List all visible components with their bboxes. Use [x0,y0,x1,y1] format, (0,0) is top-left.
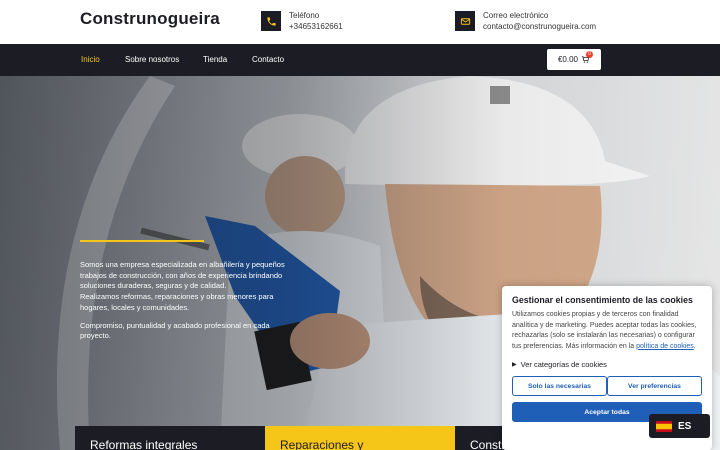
hero-paragraph: Compromiso, puntualidad y acabado profes… [80,320,270,341]
hero-description: Somos una empresa especializada en albañ… [80,260,300,342]
email-contact[interactable]: Correo electrónico contacto@construnogue… [455,10,596,32]
necessary-only-button[interactable]: Solo las necesarias [512,376,607,396]
language-switcher[interactable]: ES [649,414,710,438]
top-header: Construnogueira Teléfono +34653162661 Co… [0,0,720,44]
phone-contact[interactable]: Teléfono +34653162661 [261,10,343,32]
cookie-categories-label: Ver categorías de cookies [520,360,607,369]
main-nav: Inicio Sobre nosotros Tienda Contacto €0… [0,44,720,76]
spain-flag-icon [656,420,672,432]
hero-paragraph: Somos una empresa especializada en albañ… [80,260,285,291]
mail-icon [455,11,475,31]
service-card-reparaciones[interactable]: Reparaciones y [265,426,455,450]
phone-label: Teléfono [289,11,320,20]
hero-paragraph: Realizamos reformas, reparaciones y obra… [80,292,274,312]
triangle-right-icon: ▶ [512,362,517,368]
cookie-policy-link[interactable]: política de cookies [636,343,694,350]
site-logo[interactable]: Construnogueira [80,9,220,29]
cart-count-badge: 0 [586,51,593,58]
cookie-body: Utilizamos cookies propias y de terceros… [512,311,697,350]
nav-item-inicio[interactable]: Inicio [81,55,100,64]
hero-accent-line [80,240,204,242]
phone-icon [261,11,281,31]
language-code: ES [678,420,692,432]
cookie-title: Gestionar el consentimiento de las cooki… [512,295,693,305]
cart-total: €0.00 [557,55,579,64]
nav-item-tienda[interactable]: Tienda [203,55,227,64]
cart-button[interactable]: €0.00 0 [547,49,601,70]
phone-value[interactable]: +34653162661 [289,21,343,32]
nav-item-contacto[interactable]: Contacto [252,55,284,64]
view-preferences-button[interactable]: Ver preferencias [607,376,702,396]
nav-item-sobre-nosotros[interactable]: Sobre nosotros [125,55,179,64]
email-label: Correo electrónico [483,11,549,20]
cookie-categories-toggle[interactable]: ▶ Ver categorías de cookies [512,360,702,369]
service-card-reformas[interactable]: Reformas integrales [75,426,265,450]
email-value[interactable]: contacto@construnogueira.com [483,21,596,32]
